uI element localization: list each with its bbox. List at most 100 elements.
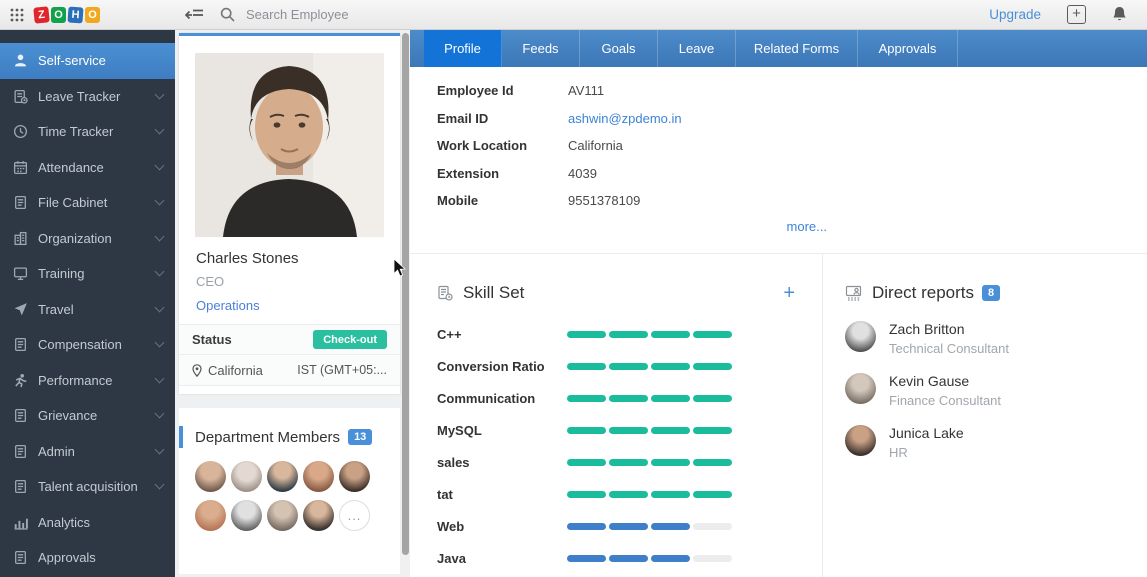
skill-segment (693, 330, 732, 338)
logo-tile: O (85, 6, 100, 23)
department-members-grid: ... (195, 461, 381, 531)
direct-reports-icon (845, 285, 862, 301)
sidebar-item-self-service[interactable]: Self-service (0, 43, 175, 79)
vertical-divider (822, 253, 823, 577)
direct-report-row[interactable]: Kevin Gause Finance Consultant (845, 373, 1135, 408)
skill-name: Java (437, 550, 466, 566)
avatar[interactable] (267, 461, 298, 492)
skill-set-header: Skill Set + (437, 282, 803, 304)
direct-reports-title: Direct reports (872, 283, 975, 302)
skill-segment (609, 490, 648, 498)
sidebar-item-approvals[interactable]: Approvals (0, 540, 175, 576)
sidebar-item-travel[interactable]: Travel (0, 292, 175, 328)
report-name: Zach Britton (889, 321, 965, 337)
report-name: Junica Lake (889, 425, 964, 441)
sidebar-item-talent-acquisition[interactable]: Talent acquisition (0, 469, 175, 505)
sidebar-item-time-tracker[interactable]: Time Tracker (0, 114, 175, 150)
avatar (845, 321, 876, 352)
employee-details: Employee Id AV111 Email ID ashwin@zpdemo.in… (437, 77, 827, 234)
more-link[interactable]: more... (437, 219, 827, 234)
skill-name: sales (437, 454, 470, 470)
skill-name: C++ (437, 326, 462, 342)
sidebar-item-admin[interactable]: Admin (0, 434, 175, 470)
email-link[interactable]: ashwin@zpdemo.in (568, 111, 682, 126)
notifications-bell-icon[interactable] (1112, 6, 1127, 23)
detail-row: Extension 4039 (437, 160, 827, 188)
skill-segment (651, 490, 690, 498)
skill-segment (609, 554, 648, 562)
avatar[interactable] (339, 461, 370, 492)
scrollbar-thumb[interactable] (402, 33, 409, 555)
avatar[interactable] (303, 500, 334, 531)
sidebar-item-label: Attendance (38, 159, 104, 175)
sidebar-item-grievance[interactable]: Grievance (0, 398, 175, 434)
upgrade-link[interactable]: Upgrade (989, 7, 1041, 22)
chevron-down-icon (154, 337, 165, 348)
tab-profile[interactable]: Profile (424, 30, 502, 67)
avatar[interactable] (195, 500, 226, 531)
report-title: Technical Consultant (889, 341, 1009, 356)
skill-segment (651, 330, 690, 338)
avatar (845, 425, 876, 456)
chevron-down-icon (154, 479, 165, 490)
skill-segment (693, 394, 732, 402)
chevron-down-icon (154, 195, 165, 206)
avatar[interactable] (231, 500, 262, 531)
sidebar-item-performance[interactable]: Performance (0, 363, 175, 399)
employee-department-link[interactable]: Operations (196, 298, 400, 313)
sidebar-item-training[interactable]: Training (0, 256, 175, 292)
status-table: Status Check-out California IST (GMT+05:… (179, 324, 400, 386)
direct-report-row[interactable]: Junica Lake HR (845, 425, 1135, 460)
tab-feeds[interactable]: Feeds (502, 30, 580, 67)
profile-detail-panel: Profile Feeds Goals Leave Related Forms Appro… (410, 30, 1147, 577)
avatar[interactable] (195, 461, 226, 492)
checkout-button[interactable]: Check-out (313, 330, 387, 349)
skill-segment (567, 426, 606, 434)
skill-segment (651, 522, 690, 530)
sidebar-item-attendance[interactable]: Attendance (0, 150, 175, 186)
chevron-down-icon (154, 444, 165, 455)
tab-goals[interactable]: Goals (580, 30, 658, 67)
avatar[interactable] (231, 461, 262, 492)
sidebar-item-leave-tracker[interactable]: Leave Tracker (0, 79, 175, 115)
sidebar-item-analytics[interactable]: Analytics (0, 505, 175, 541)
collapse-panel-icon[interactable] (185, 8, 204, 22)
department-members-count-badge: 13 (348, 429, 373, 445)
detail-value: California (568, 138, 623, 154)
sidebar-item-organization[interactable]: Organization (0, 221, 175, 257)
runner-icon (13, 373, 38, 388)
skill-segment (693, 490, 732, 498)
add-skill-button[interactable]: + (783, 283, 803, 303)
zoho-logo[interactable]: ZOHO (33, 5, 100, 24)
more-members-button[interactable]: ... (339, 500, 370, 531)
sidebar-nav: Self-service Leave Tracker Time Tracker Att… (0, 30, 175, 577)
avatar[interactable] (303, 461, 334, 492)
detail-value: 9551378109 (568, 193, 641, 209)
skill-segment (693, 426, 732, 434)
direct-reports-count-badge: 8 (982, 285, 1001, 301)
middle-scrollbar[interactable] (401, 30, 410, 577)
skill-segment (609, 458, 648, 466)
logo-tile: H (67, 5, 84, 24)
direct-reports-section: Direct reports 8 Zach Britton Technical C… (845, 282, 1135, 460)
avatar[interactable] (267, 500, 298, 531)
direct-report-row[interactable]: Zach Britton Technical Consultant (845, 321, 1135, 356)
sidebar-item-label: Self-service (38, 53, 106, 69)
sidebar-item-compensation[interactable]: Compensation (0, 327, 175, 363)
skill-set-icon (437, 285, 453, 301)
report-title: Finance Consultant (889, 393, 1002, 408)
skill-level-bar (567, 330, 732, 338)
detail-value: 4039 (568, 165, 597, 181)
skill-row: Conversion Ratio (437, 350, 803, 382)
sidebar-item-label: File Cabinet (38, 195, 108, 211)
app-grid-icon[interactable] (10, 8, 24, 22)
location-pin-icon (192, 363, 202, 377)
sidebar-item-label: Admin (38, 443, 75, 459)
tab-approvals[interactable]: Approvals (858, 30, 958, 67)
detail-row: Email ID ashwin@zpdemo.in (437, 105, 827, 133)
tab-leave[interactable]: Leave (658, 30, 736, 67)
tab-related-forms[interactable]: Related Forms (736, 30, 858, 67)
add-icon[interactable]: + (1067, 5, 1086, 24)
sidebar-item-file-cabinet[interactable]: File Cabinet (0, 185, 175, 221)
search-input[interactable] (246, 7, 466, 22)
